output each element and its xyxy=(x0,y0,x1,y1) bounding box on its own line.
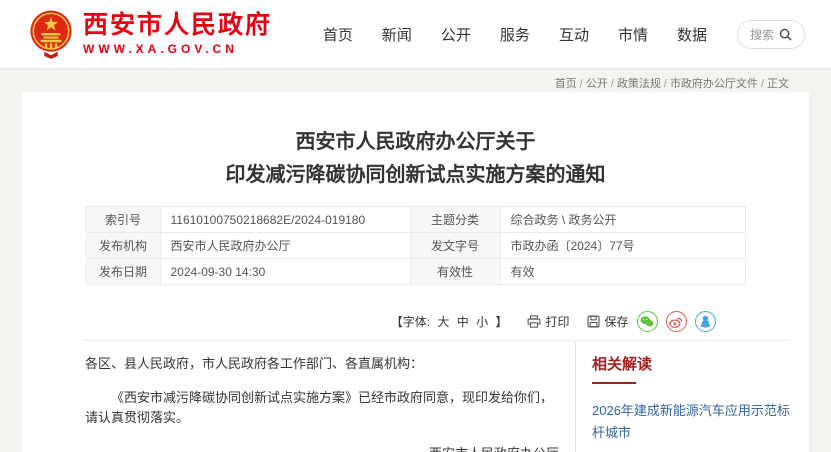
printer-icon xyxy=(527,315,541,328)
meta-label-topic: 主题分类 xyxy=(410,207,500,233)
nav-item-city[interactable]: 市情 xyxy=(618,24,648,45)
site-url: WWW.XA.GOV.CN xyxy=(83,42,272,56)
font-size-suffix: 】 xyxy=(495,315,507,329)
article-signer: 西安市人民政府办公厅 xyxy=(85,444,565,452)
page-title: 西安市人民政府办公厅关于 印发减污降碳协同创新试点实施方案的通知 xyxy=(22,126,809,192)
logo-text: 西安市人民政府 WWW.XA.GOV.CN xyxy=(83,12,272,56)
article-toolbar: 【字体: 大 中 小 】 打印 保存 xyxy=(86,311,746,332)
meta-value-topic: 综合政务 \ 政务公开 xyxy=(500,207,745,233)
table-row: 索引号 11610100750218682E/2024-019180 主题分类 … xyxy=(86,207,745,233)
meta-value-index: 11610100750218682E/2024-019180 xyxy=(160,207,410,233)
breadcrumb-open[interactable]: 公开 xyxy=(586,78,608,90)
breadcrumb-separator: / xyxy=(580,78,583,90)
nav-item-home[interactable]: 首页 xyxy=(323,24,353,45)
breadcrumb-current: 正文 xyxy=(767,78,789,90)
article-card: 西安市人民政府办公厅关于 印发减污降碳协同创新试点实施方案的通知 索引号 116… xyxy=(22,92,809,452)
meta-value-agency: 西安市人民政府办公厅 xyxy=(160,233,410,259)
table-row: 发布日期 2024-09-30 14:30 有效性 有效 xyxy=(86,259,745,285)
related-title-underline xyxy=(592,382,636,384)
font-size-prefix: 【字体: xyxy=(391,315,430,329)
breadcrumb-separator: / xyxy=(761,78,764,90)
save-button[interactable]: 保存 xyxy=(587,313,628,330)
weibo-share-button[interactable] xyxy=(666,311,687,332)
breadcrumb-policy[interactable]: 政策法规 xyxy=(617,78,661,90)
content-columns: 各区、县人民政府，市人民政府各工作部门、各直属机构： 《西安市减污降碳协同创新试… xyxy=(22,341,809,452)
nav-item-services[interactable]: 服务 xyxy=(500,24,530,45)
search-icon xyxy=(779,28,792,41)
meta-value-doc-number: 市政办函〔2024〕77号 xyxy=(500,233,745,259)
font-size-large-button[interactable]: 大 xyxy=(437,315,449,329)
font-size-controls: 【字体: 大 中 小 】 xyxy=(389,313,510,330)
qq-icon xyxy=(700,315,711,328)
meta-label-doc-number: 发文字号 xyxy=(410,233,500,259)
main-nav: 首页 新闻 公开 服务 互动 市情 数据 xyxy=(323,24,707,45)
weibo-icon xyxy=(669,316,683,328)
site-header: 西安市人民政府 WWW.XA.GOV.CN 首页 新闻 公开 服务 互动 市情 … xyxy=(0,0,831,70)
related-sidebar: 相关解读 2026年建成新能源汽车应用示范标杆城市 xyxy=(575,341,809,452)
meta-label-agency: 发布机构 xyxy=(86,233,160,259)
national-emblem-icon xyxy=(28,9,74,59)
breadcrumb-separator: / xyxy=(664,78,667,90)
article-body: 各区、县人民政府，市人民政府各工作部门、各直属机构： 《西安市减污降碳协同创新试… xyxy=(22,341,575,452)
nav-item-open[interactable]: 公开 xyxy=(441,24,471,45)
meta-value-validity: 有效 xyxy=(500,259,745,285)
meta-label-pub-date: 发布日期 xyxy=(86,259,160,285)
table-row: 发布机构 西安市人民政府办公厅 发文字号 市政办函〔2024〕77号 xyxy=(86,233,745,259)
floppy-icon xyxy=(587,315,600,328)
title-line-2: 印发减污降碳协同创新试点实施方案的通知 xyxy=(226,164,606,186)
meta-value-pub-date: 2024-09-30 14:30 xyxy=(160,259,410,285)
article-salutation: 各区、县人民政府，市人民政府各工作部门、各直属机构： xyxy=(85,354,565,374)
qq-share-button[interactable] xyxy=(695,311,716,332)
meta-label-index: 索引号 xyxy=(86,207,160,233)
font-size-small-button[interactable]: 小 xyxy=(476,315,488,329)
document-meta-table: 索引号 11610100750218682E/2024-019180 主题分类 … xyxy=(86,206,746,285)
related-link[interactable]: 2026年建成新能源汽车应用示范标杆城市 xyxy=(592,400,795,444)
wechat-icon xyxy=(640,316,654,327)
search-button[interactable]: 搜索 xyxy=(737,20,805,49)
meta-label-validity: 有效性 xyxy=(410,259,500,285)
print-button[interactable]: 打印 xyxy=(527,313,569,330)
breadcrumb-home[interactable]: 首页 xyxy=(555,78,577,90)
article-paragraph: 《西安市减污降碳协同创新试点实施方案》已经市政府同意，现印发给你们，请认真贯彻落… xyxy=(85,388,565,428)
breadcrumb: 首页/公开/政策法规/市政府办公厅文件/正文 xyxy=(0,70,831,92)
breadcrumb-separator: / xyxy=(611,78,614,90)
wechat-share-button[interactable] xyxy=(637,311,658,332)
nav-item-news[interactable]: 新闻 xyxy=(382,24,412,45)
nav-item-data[interactable]: 数据 xyxy=(677,24,707,45)
font-size-medium-button[interactable]: 中 xyxy=(457,315,469,329)
print-label: 打印 xyxy=(545,313,569,330)
breadcrumb-office-docs[interactable]: 市政府办公厅文件 xyxy=(670,78,758,90)
site-logo[interactable]: 西安市人民政府 WWW.XA.GOV.CN xyxy=(28,9,272,59)
nav-item-interact[interactable]: 互动 xyxy=(559,24,589,45)
title-line-1: 西安市人民政府办公厅关于 xyxy=(296,131,536,153)
search-label: 搜索 xyxy=(750,26,774,43)
save-label: 保存 xyxy=(604,313,628,330)
site-name: 西安市人民政府 xyxy=(83,12,272,40)
related-title: 相关解读 xyxy=(592,353,795,374)
